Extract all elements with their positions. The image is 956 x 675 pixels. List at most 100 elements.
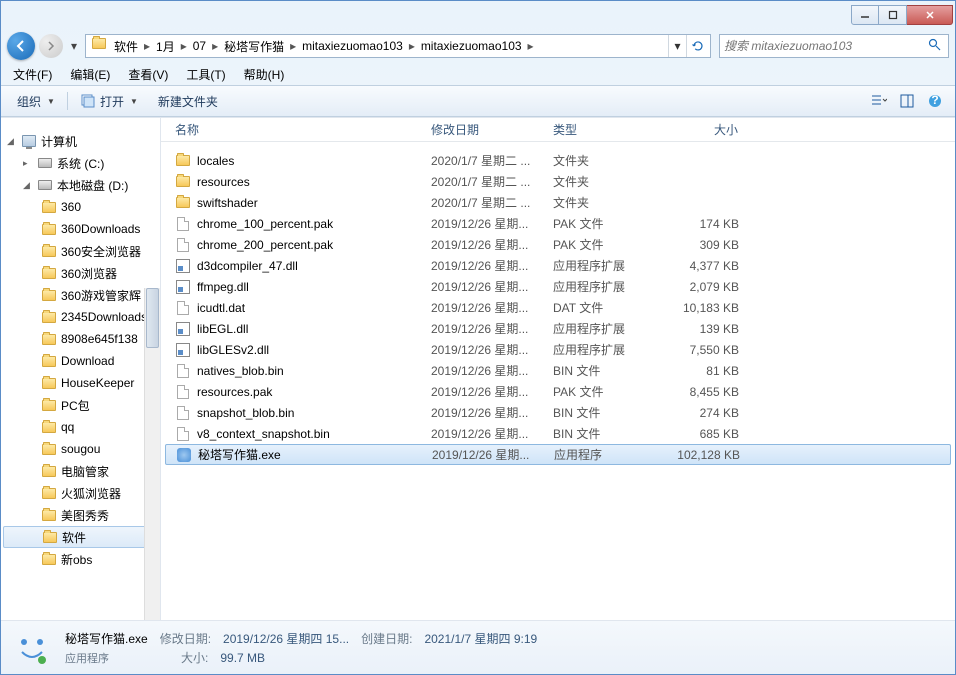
tree-folder-item[interactable]: 360浏览器 (1, 262, 160, 284)
tree-folder-item[interactable]: 2345Downloads (1, 306, 160, 328)
preview-pane-button[interactable] (895, 89, 919, 113)
scrollbar[interactable] (144, 288, 160, 620)
file-row[interactable]: swiftshader2020/1/7 星期二 ...文件夹 (161, 192, 955, 213)
file-row[interactable]: icudtl.dat2019/12/26 星期...DAT 文件10,183 K… (161, 297, 955, 318)
forward-button[interactable] (39, 34, 63, 58)
organize-button[interactable]: 组织▼ (9, 89, 63, 114)
file-row[interactable]: chrome_100_percent.pak2019/12/26 星期...PA… (161, 213, 955, 234)
menu-edit[interactable]: 编辑(E) (62, 64, 118, 85)
file-icon (175, 321, 191, 337)
breadcrumb-item[interactable]: 1月 (154, 38, 177, 55)
file-name: snapshot_blob.bin (197, 406, 294, 420)
breadcrumb-item[interactable]: mitaxiezuomao103 (419, 39, 524, 53)
folder-icon (41, 397, 57, 413)
column-size[interactable]: 大小 (657, 118, 745, 141)
refresh-button[interactable] (686, 35, 708, 57)
file-row[interactable]: chrome_200_percent.pak2019/12/26 星期...PA… (161, 234, 955, 255)
maximize-button[interactable] (879, 5, 907, 25)
chevron-right-icon[interactable]: ▸ (177, 39, 191, 53)
tree-label: HouseKeeper (61, 376, 134, 390)
file-row[interactable]: snapshot_blob.bin2019/12/26 星期...BIN 文件2… (161, 402, 955, 423)
file-row[interactable]: resources.pak2019/12/26 星期...PAK 文件8,455… (161, 381, 955, 402)
tree-folder-item[interactable]: HouseKeeper (1, 372, 160, 394)
menu-tools[interactable]: 工具(T) (178, 64, 233, 85)
breadcrumb-item[interactable]: 07 (191, 39, 208, 53)
file-row[interactable]: libEGL.dll2019/12/26 星期...应用程序扩展139 KB (161, 318, 955, 339)
search-input[interactable] (724, 39, 928, 53)
tree-folder-item[interactable]: 电脑管家 (1, 460, 160, 482)
tree-label: 电脑管家 (61, 463, 109, 480)
close-button[interactable] (907, 5, 953, 25)
tree-folder-item[interactable]: 火狐浏览器 (1, 482, 160, 504)
expand-icon[interactable]: ▸ (23, 158, 33, 169)
chevron-right-icon[interactable]: ▸ (208, 39, 222, 53)
tree-drive-c[interactable]: ▸ 系统 (C:) (1, 152, 160, 174)
tree-folder-item[interactable]: Download (1, 350, 160, 372)
chevron-right-icon[interactable]: ▸ (286, 39, 300, 53)
file-name: 秘塔写作猫.exe (198, 446, 281, 463)
tree-folder-item[interactable]: 360Downloads (1, 218, 160, 240)
help-button[interactable]: ? (923, 89, 947, 113)
file-icon (175, 258, 191, 274)
file-date: 2019/12/26 星期... (425, 341, 547, 358)
navigation-pane[interactable]: ◢ 计算机 ▸ 系统 (C:) ◢ 本地磁盘 (D:) 360 360Downlo… (1, 118, 161, 620)
tree-label: sougou (61, 442, 100, 456)
menubar: 文件(F) 编辑(E) 查看(V) 工具(T) 帮助(H) (1, 63, 955, 85)
chevron-right-icon[interactable]: ▸ (524, 39, 538, 53)
file-row[interactable]: locales2020/1/7 星期二 ...文件夹 (161, 150, 955, 171)
tree-drive-d[interactable]: ◢ 本地磁盘 (D:) (1, 174, 160, 196)
expand-icon[interactable]: ◢ (7, 136, 17, 147)
file-row[interactable]: d3dcompiler_47.dll2019/12/26 星期...应用程序扩展… (161, 255, 955, 276)
file-row[interactable]: natives_blob.bin2019/12/26 星期...BIN 文件81… (161, 360, 955, 381)
search-icon[interactable] (928, 38, 944, 54)
file-row[interactable]: ffmpeg.dll2019/12/26 星期...应用程序扩展2,079 KB (161, 276, 955, 297)
breadcrumb: 软件▸1月▸07▸秘塔写作猫▸mitaxiezuomao103▸mitaxiez… (112, 38, 668, 55)
menu-view[interactable]: 查看(V) (120, 64, 176, 85)
expand-icon[interactable]: ◢ (23, 180, 33, 191)
tree-folder-item[interactable]: 软件 (3, 526, 158, 548)
tree-folder-item[interactable]: 360 (1, 196, 160, 218)
minimize-button[interactable] (851, 5, 879, 25)
column-headers: 名称 修改日期 类型 大小 (161, 118, 955, 142)
tree-folder-item[interactable]: 8908e645f138 (1, 328, 160, 350)
file-rows[interactable]: locales2020/1/7 星期二 ...文件夹resources2020/… (161, 142, 955, 620)
back-button[interactable] (7, 32, 35, 60)
tree-label: 360Downloads (61, 222, 140, 236)
file-size: 4,377 KB (657, 259, 745, 273)
titlebar (1, 1, 955, 29)
file-row[interactable]: v8_context_snapshot.bin2019/12/26 星期...B… (161, 423, 955, 444)
column-date[interactable]: 修改日期 (425, 118, 547, 141)
tree-folder-item[interactable]: 美图秀秀 (1, 504, 160, 526)
breadcrumb-item[interactable]: mitaxiezuomao103 (300, 39, 405, 53)
file-row[interactable]: libGLESv2.dll2019/12/26 星期...应用程序扩展7,550… (161, 339, 955, 360)
search-box[interactable] (719, 34, 949, 58)
column-name[interactable]: 名称 (169, 118, 425, 141)
tree-folder-item[interactable]: 新obs (1, 548, 160, 570)
open-button[interactable]: 打开▼ (72, 88, 146, 115)
file-row[interactable]: resources2020/1/7 星期二 ...文件夹 (161, 171, 955, 192)
chevron-right-icon[interactable]: ▸ (140, 39, 154, 53)
tree-label: 2345Downloads (61, 310, 147, 324)
tree-folder-item[interactable]: 360安全浏览器 (1, 240, 160, 262)
details-pane: 秘塔写作猫.exe 修改日期: 2019/12/26 星期四 15... 创建日… (1, 620, 955, 674)
tree-folder-item[interactable]: PC包 (1, 394, 160, 416)
tree-folder-item[interactable]: qq (1, 416, 160, 438)
scrollbar-thumb[interactable] (146, 288, 159, 348)
address-bar[interactable]: 软件▸1月▸07▸秘塔写作猫▸mitaxiezuomao103▸mitaxiez… (85, 34, 711, 58)
chevron-right-icon[interactable]: ▸ (405, 39, 419, 53)
history-dropdown[interactable]: ▾ (67, 39, 81, 53)
breadcrumb-item[interactable]: 软件 (112, 38, 140, 55)
column-type[interactable]: 类型 (547, 118, 657, 141)
menu-help[interactable]: 帮助(H) (236, 64, 293, 85)
folder-icon (41, 485, 57, 501)
address-dropdown[interactable]: ▾ (668, 35, 686, 57)
newfolder-button[interactable]: 新建文件夹 (150, 89, 226, 114)
folder-icon (42, 529, 58, 545)
tree-folder-item[interactable]: 360游戏管家辉 (1, 284, 160, 306)
view-options-button[interactable] (867, 89, 891, 113)
breadcrumb-item[interactable]: 秘塔写作猫 (222, 38, 286, 55)
tree-computer[interactable]: ◢ 计算机 (1, 130, 160, 152)
menu-file[interactable]: 文件(F) (5, 64, 60, 85)
tree-folder-item[interactable]: sougou (1, 438, 160, 460)
file-row[interactable]: 秘塔写作猫.exe2019/12/26 星期...应用程序102,128 KB (165, 444, 951, 465)
